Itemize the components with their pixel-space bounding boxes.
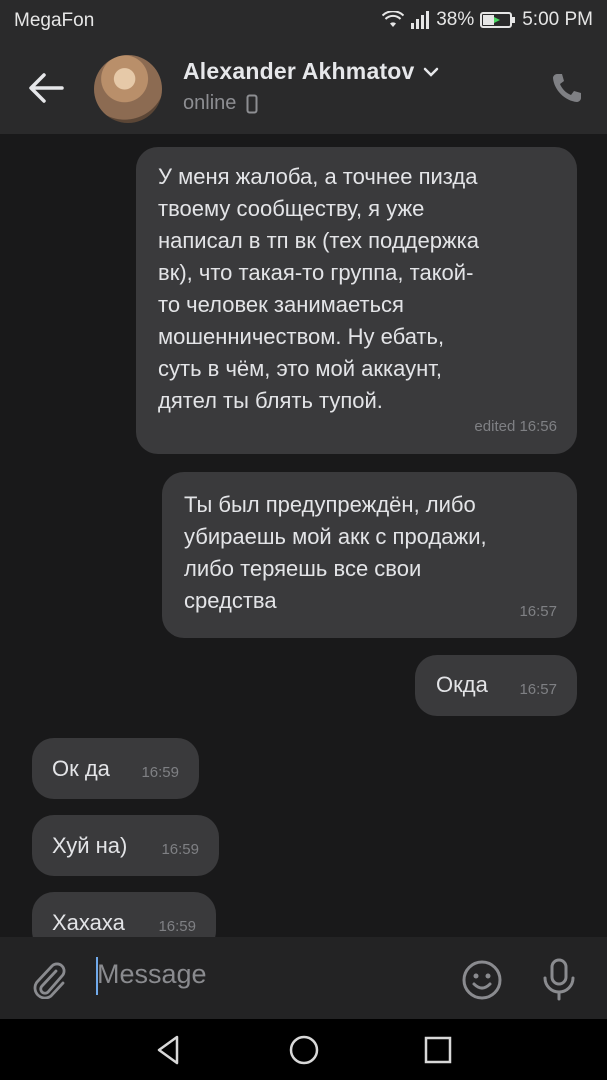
message-time: 16:57 bbox=[519, 603, 557, 620]
chat-header: Alexander Akhmatov online bbox=[0, 42, 607, 134]
contact-status-row: online bbox=[183, 92, 258, 115]
carrier-name: MegaFon bbox=[14, 10, 95, 31]
message-bubble-outgoing[interactable]: У меня жалоба, а точнее пизда твоему сооб… bbox=[136, 147, 577, 454]
system-nav-bar bbox=[0, 1019, 607, 1080]
message-list[interactable]: У меня жалоба, а точнее пизда твоему сооб… bbox=[0, 134, 607, 937]
message-bubble-incoming[interactable]: Хуй на) 16:59 bbox=[32, 815, 219, 876]
mobile-device-icon bbox=[246, 94, 258, 113]
battery-icon bbox=[480, 12, 516, 28]
battery-percent: 38% bbox=[436, 9, 475, 30]
message-time: edited 16:56 bbox=[474, 418, 557, 435]
message-text: У меня жалоба, а точнее пизда твоему сооб… bbox=[158, 164, 479, 413]
message-bubble-outgoing[interactable]: Ты был предупреждён, либо убираешь мой ак… bbox=[162, 472, 577, 638]
message-composer: Message bbox=[0, 937, 607, 1019]
nav-recents-icon[interactable] bbox=[421, 1033, 455, 1067]
nav-back-icon[interactable] bbox=[152, 1033, 186, 1067]
microphone-icon[interactable] bbox=[541, 957, 577, 1001]
wifi-icon bbox=[382, 11, 405, 27]
message-text: Ты был предупреждён, либо убираешь мой ак… bbox=[184, 492, 487, 613]
message-time: 16:59 bbox=[161, 841, 199, 858]
contact-status: online bbox=[183, 92, 237, 114]
message-input[interactable]: Message bbox=[97, 959, 207, 990]
message-time: 16:59 bbox=[158, 918, 196, 935]
avatar[interactable] bbox=[94, 55, 162, 123]
message-time: 16:59 bbox=[141, 764, 179, 781]
emoji-icon[interactable] bbox=[461, 959, 503, 1001]
message-bubble-incoming[interactable]: Ок да 16:59 bbox=[32, 738, 199, 799]
phone-icon[interactable] bbox=[549, 70, 585, 106]
contact-name: Alexander Akhmatov bbox=[183, 58, 415, 84]
message-bubble-outgoing[interactable]: Окда 16:57 bbox=[415, 655, 577, 716]
nav-home-icon[interactable] bbox=[287, 1033, 321, 1067]
message-bubble-incoming[interactable]: Хахаха 16:59 bbox=[32, 892, 216, 937]
clock-time: 5:00 PM bbox=[522, 9, 593, 30]
status-bar: MegaFon 38% 5:00 PM bbox=[0, 0, 607, 42]
contact-name-row[interactable]: Alexander Akhmatov bbox=[183, 58, 439, 85]
signal-icon bbox=[411, 11, 430, 29]
back-arrow-icon[interactable] bbox=[26, 70, 66, 106]
paperclip-icon[interactable] bbox=[30, 959, 68, 999]
chevron-down-icon bbox=[423, 67, 438, 77]
message-time: 16:57 bbox=[519, 681, 557, 698]
status-indicators: 38% 5:00 PM bbox=[382, 9, 593, 31]
